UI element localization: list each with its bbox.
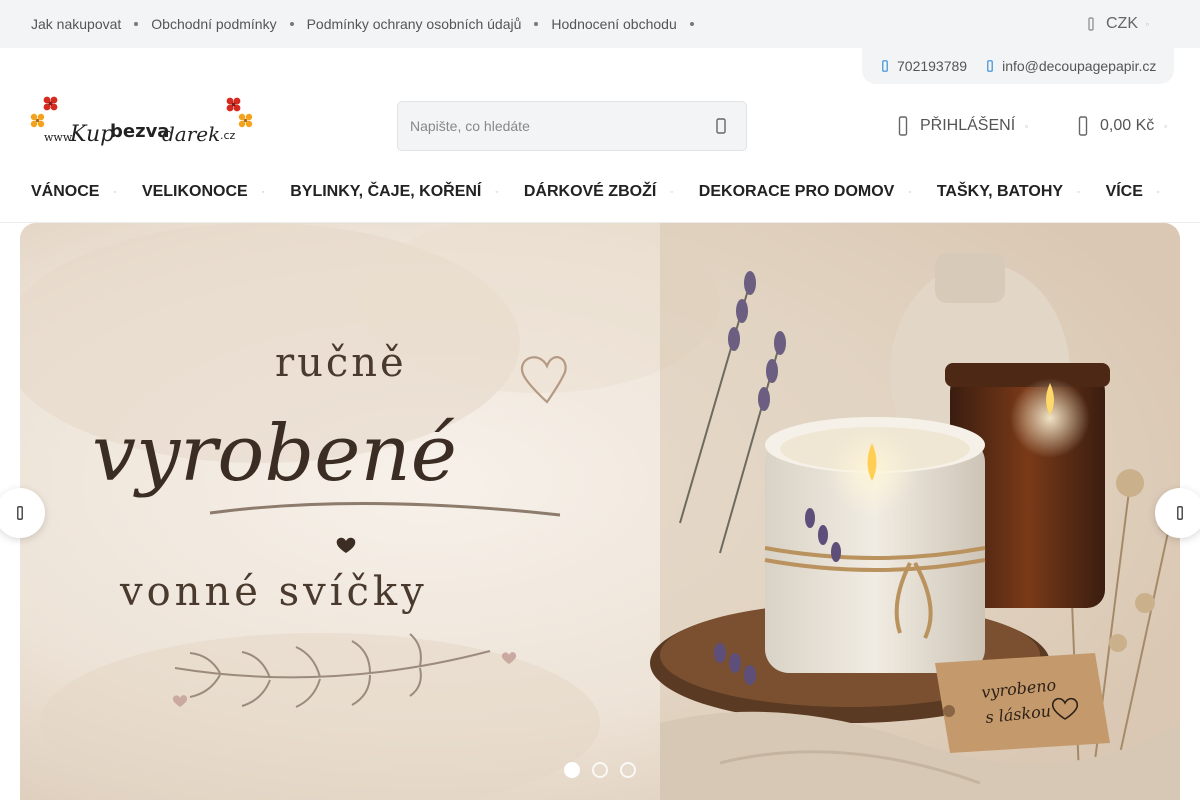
info-links: Jak nakupovat Obchodní podmínky Podmínky… [31, 0, 707, 48]
contact-bar: 702193789 info@decoupagepapir.cz [862, 48, 1174, 84]
link-how-to-buy[interactable]: Jak nakupovat [31, 16, 121, 32]
slider-dot-3[interactable] [620, 762, 636, 778]
link-terms[interactable]: Obchodní podmínky [151, 16, 276, 32]
phone-icon [882, 60, 888, 72]
link-reviews[interactable]: Hodnocení obchodu [551, 16, 676, 32]
login-link[interactable]: PŘIHLÁŠENÍ ▫ [898, 114, 1028, 138]
phone-link[interactable]: 702193789 [882, 58, 967, 74]
search-box [397, 101, 747, 151]
separator-dot [134, 22, 139, 26]
nav-item-label: BYLINKY, ČAJE, KOŘENÍ [290, 183, 482, 200]
cart-total: 0,00 Kč [1100, 117, 1155, 134]
slider-dot-2[interactable] [592, 762, 608, 778]
clover-red-right-icon [226, 97, 241, 112]
chevron-down-icon: ▫ [1077, 188, 1080, 196]
clover-orange-icon [30, 113, 45, 128]
nav-item-label: DÁRKOVÉ ZBOŽÍ [523, 183, 657, 200]
headline-line3: vonné svíčky [119, 569, 428, 615]
chevron-down-icon: ▫ [670, 188, 673, 196]
arrow-right-icon[interactable] [1155, 488, 1200, 538]
nav-item-velikonoce[interactable]: VELIKONOCE ▫ [142, 183, 264, 201]
chevron-down-icon: ▫ [1146, 19, 1149, 29]
search-input[interactable] [410, 102, 700, 150]
hero-banner-image: vyrobeno s láskou ručně vyrobené vonné s… [20, 223, 1180, 800]
headline-line2: vyrobené [92, 409, 457, 499]
kraft-tag: vyrobeno s láskou [935, 653, 1110, 753]
site-logo[interactable]: www. Kup bezva darek .cz [30, 95, 255, 153]
mail-icon [987, 60, 993, 72]
category-nav: VÁNOCE ▫ VELIKONOCE ▫ BYLINKY, ČAJE, KOŘ… [31, 176, 1159, 208]
user-icon [898, 116, 912, 136]
separator-dot [534, 22, 539, 26]
phone-number: 702193789 [897, 58, 968, 74]
search-icon[interactable] [712, 117, 730, 135]
nav-item-bylinky[interactable]: BYLINKY, ČAJE, KOŘENÍ ▫ [290, 183, 498, 201]
svg-text:darek: darek [162, 122, 220, 146]
cart-icon [1078, 116, 1092, 136]
currency-selector[interactable]: CZK ▫ [1088, 0, 1149, 48]
nav-item-darkove-zbozi[interactable]: DÁRKOVÉ ZBOŽÍ ▫ [524, 183, 673, 201]
nav-item-vanoce[interactable]: VÁNOCE ▫ [31, 183, 116, 201]
chevron-down-icon: ▫ [495, 188, 498, 196]
nav-item-dekorace[interactable]: DEKORACE PRO DOMOV ▫ [699, 183, 911, 201]
clover-orange-right-icon [238, 113, 253, 128]
login-label: PŘIHLÁŠENÍ [920, 117, 1016, 134]
chevron-down-icon: ▫ [261, 188, 265, 196]
slider-dot-1[interactable] [564, 762, 580, 778]
currency-value: CZK [1106, 15, 1138, 32]
svg-text:bezva: bezva [110, 121, 169, 142]
email-address: info@decoupagepapir.cz [1002, 58, 1157, 74]
cart-link[interactable]: 0,00 Kč ▫ [1078, 114, 1167, 138]
top-info-bar: Jak nakupovat Obchodní podmínky Podmínky… [0, 0, 1200, 48]
nav-item-label: DEKORACE PRO DOMOV [698, 183, 895, 200]
nav-item-vice[interactable]: VÍCE ▫ [1106, 183, 1160, 201]
svg-text:Kup: Kup [69, 122, 114, 147]
email-link[interactable]: info@decoupagepapir.cz [987, 58, 1156, 74]
chevron-down-icon: ▫ [113, 188, 116, 196]
chevron-down-icon: ▫ [1164, 121, 1168, 131]
nav-item-label: VÁNOCE [31, 183, 100, 200]
hero-banner[interactable]: vyrobeno s láskou ručně vyrobené vonné s… [20, 223, 1180, 800]
nav-item-tasky[interactable]: TAŠKY, BATOHY ▫ [937, 183, 1080, 201]
nav-item-label: TAŠKY, BATOHY [936, 183, 1064, 200]
separator-dot [289, 22, 294, 26]
link-privacy[interactable]: Podmínky ochrany osobních údajů [307, 16, 522, 32]
headline-line1: ručně [275, 340, 407, 386]
currency-icon [1088, 17, 1098, 31]
nav-item-label: VÍCE [1105, 183, 1143, 200]
separator-dot [689, 22, 694, 26]
svg-text:.cz: .cz [220, 129, 236, 142]
chevron-down-icon: ▫ [1156, 188, 1160, 196]
chevron-down-icon: ▫ [908, 188, 911, 196]
nav-item-label: VELIKONOCE [141, 183, 248, 200]
slider-dots [564, 762, 648, 778]
chevron-down-icon: ▫ [1025, 121, 1028, 131]
clover-red-icon [43, 96, 58, 111]
